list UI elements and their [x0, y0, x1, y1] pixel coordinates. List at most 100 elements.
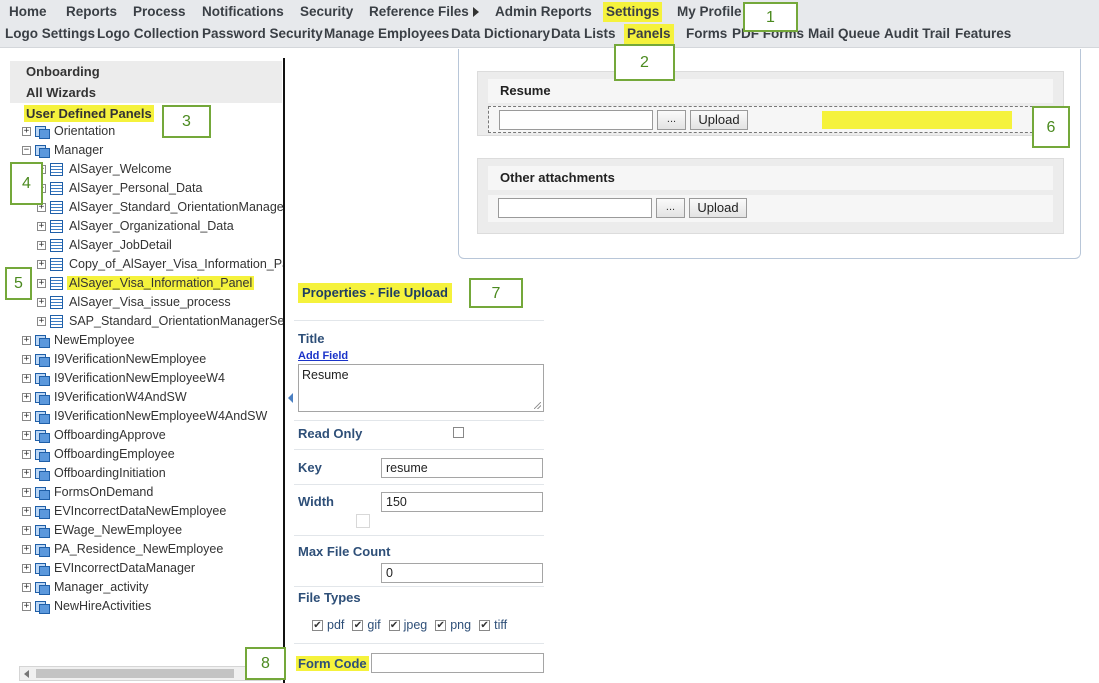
scroll-left-arrow-icon[interactable]: [24, 670, 29, 678]
key-input[interactable]: resume: [381, 458, 543, 478]
tree-node[interactable]: + EVIncorrectDataManager: [22, 559, 197, 578]
section-onboarding[interactable]: Onboarding: [10, 61, 282, 82]
max-file-count-input[interactable]: 0: [381, 563, 543, 583]
nav-notifications[interactable]: Notifications: [199, 2, 287, 22]
tree-node[interactable]: + AlSayer_JobDetail: [37, 236, 174, 255]
expand-icon[interactable]: +: [37, 279, 46, 289]
tree-node[interactable]: + AlSayer_Visa_Information_Panel: [37, 274, 255, 293]
tree-horizontal-scrollbar[interactable]: [19, 666, 281, 681]
subnav-features[interactable]: Features: [952, 24, 1014, 44]
resume-file-input[interactable]: [499, 110, 653, 130]
file-type-option[interactable]: ✔ png: [435, 618, 471, 632]
file-type-checkbox[interactable]: ✔: [388, 620, 400, 632]
tree-node[interactable]: + EWage_NewEmployee: [22, 521, 184, 540]
file-type-checkbox[interactable]: ✔: [479, 620, 491, 632]
expand-icon[interactable]: +: [22, 374, 31, 384]
tree-node[interactable]: + I9VerificationNewEmployeeW4: [22, 369, 227, 388]
collapse-sidebar-arrow-icon[interactable]: [288, 393, 293, 403]
tree-node[interactable]: + AlSayer_Standard_OrientationManager: [37, 198, 284, 217]
add-field-link[interactable]: Add Field: [298, 350, 348, 362]
file-type-option[interactable]: ✔ pdf: [312, 618, 344, 632]
nav-reference-files[interactable]: Reference Files: [366, 2, 482, 22]
attachments-file-input[interactable]: [498, 198, 652, 218]
subnav-panels[interactable]: Panels: [624, 24, 674, 44]
expand-icon[interactable]: +: [22, 488, 31, 498]
resume-browse-button[interactable]: ...: [657, 110, 686, 130]
expand-icon[interactable]: +: [22, 431, 31, 441]
width-unit-checkbox[interactable]: [356, 514, 370, 528]
expand-icon[interactable]: +: [22, 545, 31, 555]
expand-icon[interactable]: +: [22, 127, 31, 137]
resume-upload-button[interactable]: Upload: [690, 110, 748, 130]
tree-node[interactable]: + NewHireActivities: [22, 597, 153, 616]
subnav-data-dictionary[interactable]: Data Dictionary: [448, 24, 553, 44]
tree-node[interactable]: + OffboardingApprove: [22, 426, 168, 445]
file-type-option[interactable]: ✔ tiff: [479, 618, 507, 632]
expand-icon[interactable]: +: [22, 450, 31, 460]
subnav-forms[interactable]: Forms: [683, 24, 730, 44]
expand-icon[interactable]: +: [37, 317, 46, 327]
tree-node[interactable]: + SAP_Standard_OrientationManagerService: [37, 312, 284, 331]
subnav-logo-collection[interactable]: Logo Collection: [94, 24, 202, 44]
expand-icon[interactable]: +: [22, 583, 31, 593]
nav-home[interactable]: Home: [6, 2, 50, 22]
nav-reports[interactable]: Reports: [63, 2, 120, 22]
preview-section-resume[interactable]: Resume ... Upload: [477, 71, 1064, 136]
collapse-icon[interactable]: −: [22, 146, 31, 156]
preview-section-other-attachments[interactable]: Other attachments ... Upload: [477, 158, 1064, 234]
tree-node[interactable]: + Manager_activity: [22, 578, 151, 597]
expand-icon[interactable]: +: [22, 469, 31, 479]
expand-icon[interactable]: +: [22, 602, 31, 612]
resume-upload-row[interactable]: ... Upload: [488, 106, 1053, 133]
expand-icon[interactable]: +: [22, 526, 31, 536]
expand-icon[interactable]: +: [37, 260, 46, 270]
expand-icon[interactable]: +: [22, 393, 31, 403]
tree-node[interactable]: + OffboardingEmployee: [22, 445, 177, 464]
expand-icon[interactable]: +: [22, 507, 31, 517]
nav-process[interactable]: Process: [130, 2, 189, 22]
expand-icon[interactable]: +: [22, 355, 31, 365]
subnav-data-lists[interactable]: Data Lists: [548, 24, 619, 44]
width-input[interactable]: 150: [381, 492, 543, 512]
read-only-checkbox[interactable]: [453, 427, 464, 438]
expand-icon[interactable]: +: [22, 336, 31, 346]
tree-node[interactable]: + I9VerificationNewEmployeeW4AndSW: [22, 407, 269, 426]
expand-icon[interactable]: +: [22, 564, 31, 574]
tree-node[interactable]: + NewEmployee: [22, 331, 137, 350]
subnav-manage-employees[interactable]: Manage Employees: [321, 24, 452, 44]
tree-node[interactable]: +AlSayer_Personal_Data: [37, 179, 204, 198]
nav-admin-reports[interactable]: Admin Reports: [492, 2, 595, 22]
section-user-defined-panels[interactable]: User Defined Panels: [10, 103, 282, 124]
file-type-option[interactable]: ✔ gif: [352, 618, 381, 632]
sidebar-divider[interactable]: [283, 58, 285, 683]
tree-node[interactable]: + AlSayer_Visa_issue_process: [37, 293, 233, 312]
tree-node[interactable]: + AlSayer_Organizational_Data: [37, 217, 236, 236]
nav-settings[interactable]: Settings: [603, 2, 663, 22]
attachments-browse-button[interactable]: ...: [656, 198, 685, 218]
form-code-input[interactable]: [371, 653, 544, 673]
subnav-password-security[interactable]: Password Security: [199, 24, 326, 44]
scroll-thumb[interactable]: [36, 669, 234, 678]
file-type-checkbox[interactable]: ✔: [435, 620, 447, 632]
attachments-upload-button[interactable]: Upload: [689, 198, 747, 218]
expand-icon[interactable]: +: [22, 412, 31, 422]
expand-icon[interactable]: +: [37, 298, 46, 308]
tree-node[interactable]: + OffboardingInitiation: [22, 464, 168, 483]
subnav-audit-trail[interactable]: Audit Trail: [881, 24, 953, 44]
nav-my-profile[interactable]: My Profile: [674, 2, 745, 22]
tree-node[interactable]: +AlSayer_Welcome: [37, 160, 174, 179]
expand-icon[interactable]: +: [37, 241, 46, 251]
tree-node[interactable]: + PA_Residence_NewEmployee: [22, 540, 225, 559]
tree-node[interactable]: + I9VerificationNewEmployee: [22, 350, 208, 369]
tree-node[interactable]: − Manager: [22, 141, 105, 160]
tree-node[interactable]: + EVIncorrectDataNewEmployee: [22, 502, 228, 521]
tree-node[interactable]: + I9VerificationW4AndSW: [22, 388, 189, 407]
file-type-checkbox[interactable]: ✔: [352, 620, 364, 632]
section-all-wizards[interactable]: All Wizards: [10, 82, 282, 103]
expand-icon[interactable]: +: [37, 222, 46, 232]
nav-security[interactable]: Security: [297, 2, 356, 22]
tree-node[interactable]: + Copy_of_AlSayer_Visa_Information_Panel: [37, 255, 284, 274]
attachments-upload-row[interactable]: ... Upload: [488, 195, 1053, 222]
title-textarea[interactable]: Resume: [298, 364, 544, 412]
file-type-option[interactable]: ✔ jpeg: [388, 618, 427, 632]
